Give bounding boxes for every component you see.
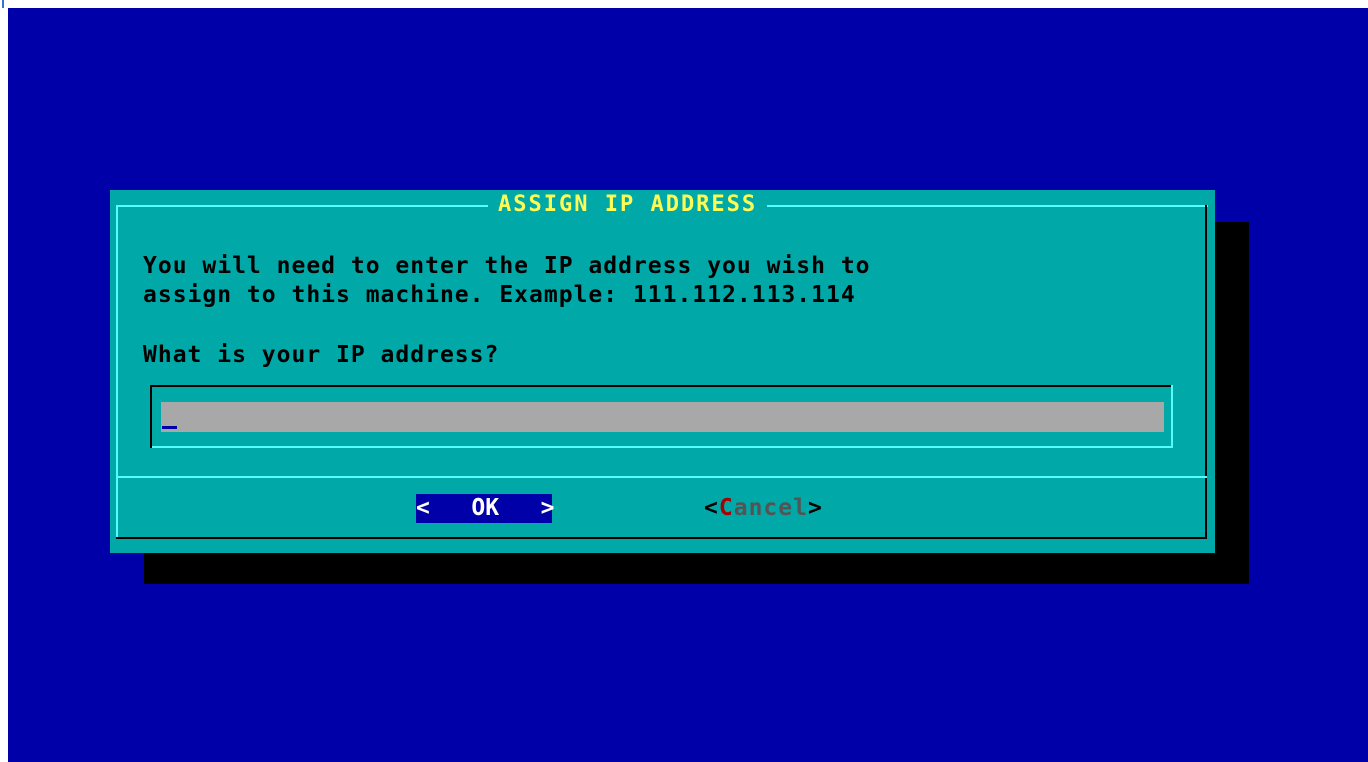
cancel-hotkey: C [718, 495, 734, 521]
input-frame-left [150, 385, 152, 448]
ok-left-bracket: < [416, 495, 430, 521]
dialog-frame-right [1205, 205, 1207, 539]
ok-button[interactable]: < OK > [416, 494, 555, 523]
dialog-frame-bottom [116, 537, 1207, 539]
assign-ip-dialog [110, 190, 1215, 553]
button-area-separator [116, 476, 1207, 478]
dialog-message: You will need to enter the IP address yo… [143, 252, 871, 310]
dialog-message-line-2: assign to this machine. Example: 111.112… [143, 282, 856, 308]
input-frame-bottom [152, 446, 1173, 448]
cancel-right-bracket: > [807, 495, 823, 521]
cancel-button[interactable]: <Cancel> [704, 494, 823, 523]
ip-address-input[interactable] [161, 402, 1164, 432]
window-corner-mark [2, 0, 4, 8]
dialog-frame-left [116, 205, 118, 537]
input-frame-right [1171, 385, 1173, 448]
cancel-left-bracket: < [704, 495, 719, 521]
text-cursor [162, 426, 177, 429]
ok-label: OK [471, 495, 500, 521]
dialog-message-line-1: You will need to enter the IP address yo… [143, 253, 871, 279]
input-frame-top [150, 385, 1173, 387]
ok-right-bracket: > [540, 495, 555, 521]
dialog-title: ASSIGN IP ADDRESS [488, 192, 768, 218]
cancel-label: ancel [733, 495, 808, 521]
ip-question-label: What is your IP address? [143, 342, 500, 368]
